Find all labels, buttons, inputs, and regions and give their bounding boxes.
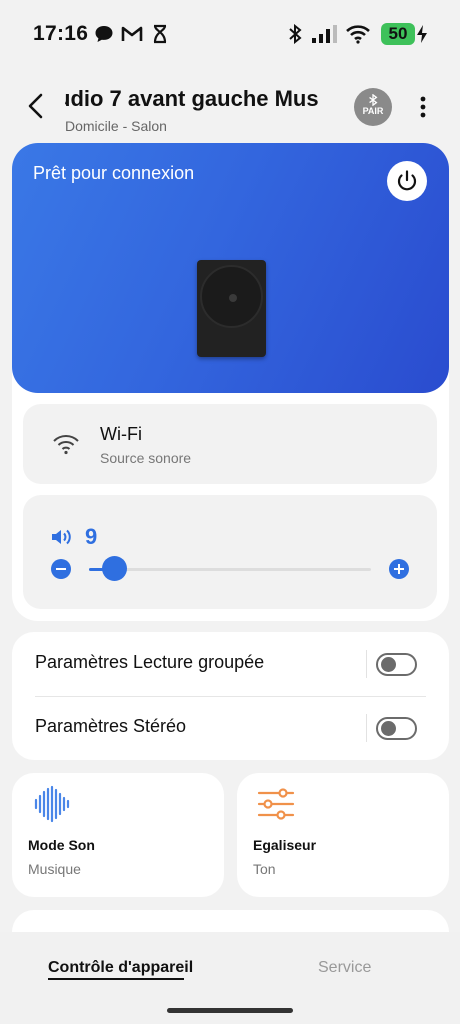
- device-title-container: udio 7 avant gauche Mus: [65, 86, 333, 112]
- group-play-toggle[interactable]: [376, 653, 417, 676]
- charging-bolt-icon: [417, 25, 427, 43]
- wifi-icon: [53, 435, 79, 455]
- signal-icon: [312, 25, 337, 43]
- sound-mode-title: Mode Son: [28, 837, 95, 853]
- bluetooth-pair-button[interactable]: PAIR: [354, 88, 392, 126]
- device-location: Domicile - Salon: [65, 118, 167, 134]
- status-time: 17:16: [33, 22, 89, 45]
- bluetooth-icon: [289, 24, 302, 44]
- volume-card: 9: [23, 495, 437, 609]
- sound-wave-icon: [34, 785, 70, 823]
- audio-source-card[interactable]: Wi-Fi Source sonore: [23, 404, 437, 484]
- stereo-label: Paramètres Stéréo: [35, 716, 187, 736]
- tab-service[interactable]: Service: [318, 959, 371, 977]
- volume-slider-track[interactable]: [89, 568, 371, 571]
- more-vertical-icon[interactable]: [412, 92, 434, 122]
- connection-status: Prêt pour connexion: [33, 163, 195, 183]
- equalizer-sliders-icon: [257, 788, 295, 820]
- speaker-volume-icon: [52, 529, 71, 545]
- tab-device-control[interactable]: Contrôle d'appareil: [48, 959, 193, 977]
- volume-increase-button[interactable]: [389, 559, 409, 579]
- source-name: Wi-Fi: [100, 424, 142, 444]
- source-label: Source sonore: [100, 450, 192, 466]
- sound-mode-value: Musique: [28, 861, 81, 877]
- group-play-setting-row[interactable]: Paramètres Lecture groupée: [12, 632, 449, 696]
- pair-label: PAIR: [362, 106, 384, 116]
- stereo-toggle[interactable]: [376, 717, 417, 740]
- chevron-left-icon[interactable]: [22, 90, 50, 122]
- speaker-cone: [200, 265, 263, 328]
- settings-card: Paramètres Lecture groupée Paramètres St…: [12, 632, 449, 760]
- app-header: udio 7 avant gauche Mus Domicile - Salon…: [0, 70, 460, 142]
- row-divider: [366, 650, 367, 678]
- power-icon: [397, 170, 417, 191]
- chat-bubble-icon: [95, 26, 113, 42]
- battery-indicator: 50: [381, 23, 415, 45]
- bluetooth-icon: [369, 94, 378, 106]
- row-divider: [366, 714, 367, 742]
- home-indicator[interactable]: [167, 1008, 293, 1013]
- bottom-nav: Contrôle d'appareil Service: [0, 932, 460, 1024]
- toggle-knob: [381, 721, 396, 736]
- volume-value: 9: [85, 524, 98, 549]
- device-hero-card: Prêt pour connexion: [12, 143, 449, 393]
- device-title: udio 7 avant gauche Mus: [65, 86, 319, 111]
- speaker-image: [197, 260, 266, 357]
- active-tab-indicator: [48, 978, 184, 980]
- equalizer-tile[interactable]: Egaliseur Ton: [237, 773, 449, 897]
- group-play-label: Paramètres Lecture groupée: [35, 652, 265, 672]
- stereo-setting-row[interactable]: Paramètres Stéréo: [12, 696, 449, 760]
- sound-mode-tile[interactable]: Mode Son Musique: [12, 773, 224, 897]
- volume-decrease-button[interactable]: [51, 559, 71, 579]
- speaker-hub: [229, 294, 237, 302]
- gmail-icon: [121, 26, 143, 41]
- volume-slider-thumb[interactable]: [101, 556, 127, 581]
- power-button[interactable]: [387, 161, 427, 201]
- toggle-knob: [381, 657, 396, 672]
- equalizer-value: Ton: [253, 861, 276, 877]
- hourglass-icon: [153, 24, 167, 44]
- status-bar: 17:16 50: [0, 0, 460, 70]
- equalizer-title: Egaliseur: [253, 837, 317, 853]
- wifi-icon: [346, 25, 370, 44]
